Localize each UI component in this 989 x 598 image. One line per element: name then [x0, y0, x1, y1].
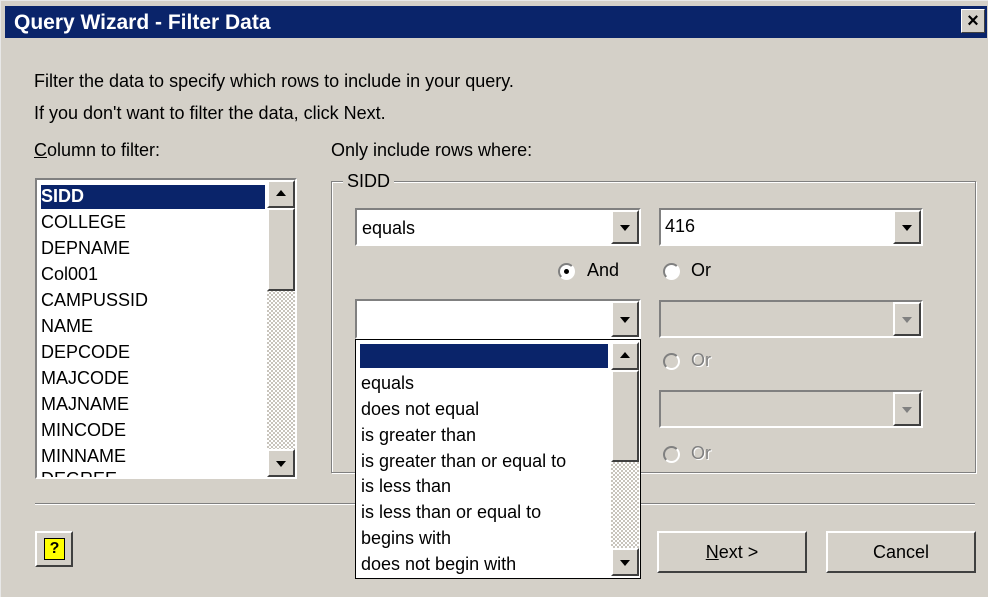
help-icon: ?	[44, 538, 65, 560]
close-icon: ×	[967, 10, 979, 32]
dropdown-scroll-down-button[interactable]	[611, 548, 639, 576]
accelerator-n: N	[705, 542, 719, 562]
dropdown-option-does-not-equal[interactable]: does not equal	[361, 396, 479, 422]
radio-dot	[564, 269, 569, 274]
operator-1-value: equals	[362, 218, 416, 238]
dropdown-option-less-or-equal[interactable]: is less than or equal to	[361, 499, 541, 525]
or-radio-1[interactable]	[663, 263, 680, 280]
dropdown-option-greater-or-equal[interactable]: is greater than or equal to	[361, 448, 566, 474]
dropdown-option-less-than[interactable]: is less than	[361, 473, 451, 499]
or-radio-2[interactable]	[663, 353, 680, 370]
dropdown-scroll-up-button[interactable]	[611, 342, 639, 370]
dialog-title: Query Wizard - Filter Data	[14, 11, 271, 34]
column-item-name[interactable]: NAME	[41, 315, 93, 339]
column-item-majname[interactable]: MAJNAME	[41, 393, 129, 417]
operator-2-dropdown-button[interactable]	[611, 301, 639, 337]
column-item-sidd[interactable]: SIDD	[41, 185, 265, 209]
or-label-2: Or	[691, 350, 711, 370]
dropdown-option-blank[interactable]	[360, 344, 608, 368]
help-button[interactable]: ?	[35, 531, 73, 567]
column-label-rest: olumn to filter:	[47, 140, 161, 160]
value-1-text: 416	[665, 216, 696, 236]
and-label-1: And	[587, 260, 620, 280]
value-combo-2[interactable]	[659, 300, 923, 338]
column-item-degree[interactable]: DEGREE	[41, 468, 117, 477]
column-to-filter-label: Column to filter:	[34, 140, 160, 161]
group-title: SIDD	[343, 171, 395, 192]
dropdown-option-begins-with[interactable]: begins with	[361, 525, 451, 551]
value-2-dropdown-button[interactable]	[893, 302, 921, 336]
only-include-label: Only include rows where:	[331, 140, 533, 160]
column-item-depcode[interactable]: DEPCODE	[41, 341, 130, 365]
operator-combo-2[interactable]	[355, 299, 641, 339]
value-combo-1[interactable]: 416	[659, 208, 923, 246]
value-3-dropdown-button[interactable]	[893, 392, 921, 426]
column-item-mincode[interactable]: MINCODE	[41, 419, 126, 443]
dropdown-option-equals[interactable]: equals	[361, 370, 414, 396]
operator-combo-1[interactable]: equals	[355, 208, 641, 246]
title-bar: Query Wizard - Filter Data ×	[5, 6, 987, 38]
or-label-1: Or	[691, 260, 711, 280]
dropdown-option-does-not-begin-with[interactable]: does not begin with	[361, 551, 516, 577]
column-listbox[interactable]: SIDD COLLEGE DEPNAME Col001 CAMPUSSID NA…	[35, 178, 297, 479]
operator-dropdown-list[interactable]: equals does not equal is greater than is…	[355, 339, 641, 579]
next-button[interactable]: Next >	[657, 531, 807, 573]
dropdown-scroll-thumb[interactable]	[611, 370, 639, 462]
query-wizard-dialog: Query Wizard - Filter Data × Filter the …	[0, 0, 988, 597]
close-button[interactable]: ×	[961, 9, 985, 33]
value-combo-3[interactable]	[659, 390, 923, 428]
and-radio-1[interactable]	[558, 263, 575, 280]
column-item-campussid[interactable]: CAMPUSSID	[41, 289, 148, 313]
cancel-button[interactable]: Cancel	[826, 531, 976, 573]
column-scroll-thumb[interactable]	[267, 208, 295, 291]
column-item-college[interactable]: COLLEGE	[41, 211, 126, 235]
value-1-dropdown-button[interactable]	[893, 210, 921, 244]
column-item-col001[interactable]: Col001	[41, 263, 98, 287]
column-scroll-down-button[interactable]	[267, 449, 295, 477]
intro-line-2: If you don't want to filter the data, cl…	[34, 103, 386, 123]
column-item-minname[interactable]: MINNAME	[41, 445, 126, 469]
column-item-majcode[interactable]: MAJCODE	[41, 367, 129, 391]
operator-1-dropdown-button[interactable]	[611, 210, 639, 244]
or-radio-3[interactable]	[663, 446, 680, 463]
intro-line-1: Filter the data to specify which rows to…	[34, 71, 514, 91]
dropdown-option-greater-than[interactable]: is greater than	[361, 422, 476, 448]
next-label: ext >	[718, 542, 759, 562]
or-label-3: Or	[691, 443, 711, 463]
column-item-depname[interactable]: DEPNAME	[41, 237, 130, 261]
column-scroll-up-button[interactable]	[267, 180, 295, 208]
accelerator-c: C	[34, 140, 47, 160]
